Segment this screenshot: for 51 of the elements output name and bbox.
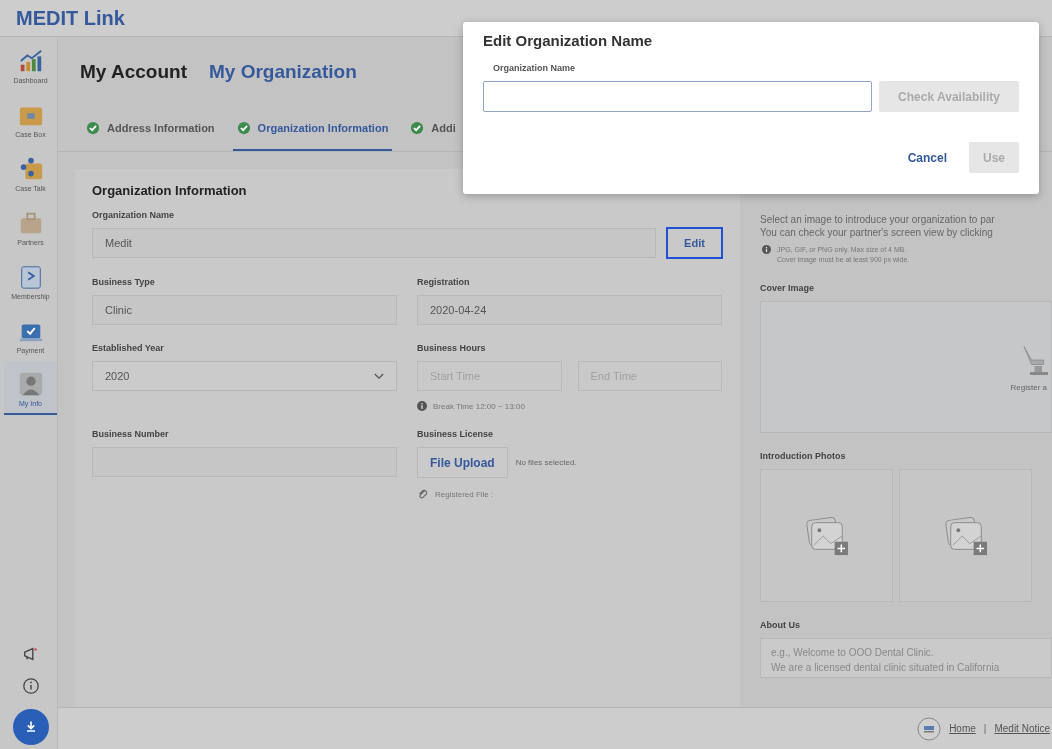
footer-link[interactable]: Home bbox=[949, 723, 976, 734]
field-label: Business License bbox=[417, 429, 495, 439]
dialog-title: Edit Organization Name bbox=[483, 32, 654, 49]
info-icon[interactable] bbox=[21, 677, 40, 695]
info-icon bbox=[417, 401, 427, 411]
file-upload-button[interactable]: File Upload bbox=[417, 447, 508, 478]
field-label: About Us bbox=[760, 620, 801, 630]
cover-image-dropzone[interactable]: Register a bbox=[760, 301, 1052, 433]
badge-icon bbox=[917, 716, 942, 741]
add-photo-icon bbox=[803, 514, 850, 557]
field-label: Registration bbox=[417, 277, 471, 287]
step-tab[interactable]: Addi bbox=[406, 107, 460, 151]
cover-image-hint: Register a bbox=[1010, 382, 1048, 392]
section-title: Organization Information bbox=[92, 183, 248, 198]
field-label: Organization Name bbox=[493, 63, 576, 73]
person-icon bbox=[17, 371, 44, 397]
page-tab[interactable]: My Account bbox=[80, 61, 187, 83]
field-label: Cover Image bbox=[760, 283, 816, 293]
step-tab[interactable]: Organization Information bbox=[232, 107, 393, 151]
footer-link[interactable]: Medit Notice bbox=[994, 723, 1050, 734]
add-photo-icon bbox=[942, 514, 989, 557]
year-dropdown[interactable]: 2020 bbox=[92, 361, 397, 391]
organization-name-field[interactable]: Medit bbox=[92, 228, 656, 258]
upload-status: No files selected. bbox=[515, 458, 577, 467]
megaphone-icon[interactable] bbox=[21, 645, 40, 663]
field-label: Business Type bbox=[92, 277, 156, 287]
edit-button[interactable]: Edit bbox=[666, 227, 723, 259]
info-icon bbox=[762, 245, 771, 254]
intro-text: You can check your partner's screen view by clicking bbox=[760, 226, 994, 239]
link-separator: | bbox=[983, 723, 987, 734]
registration-field[interactable]: 2020-04-24 bbox=[417, 295, 722, 325]
chevron-down-icon bbox=[374, 372, 384, 380]
app-logo: MEDIT Link bbox=[16, 6, 125, 30]
field-label: Organization Name bbox=[92, 210, 175, 220]
registered-file-label: Registered File : bbox=[435, 489, 494, 499]
photo-upload-slot[interactable] bbox=[899, 469, 1032, 602]
break-time-note: Break Time 12:00 ~ 13:00 bbox=[433, 401, 525, 411]
intro-text: Select an image to introduce your organization to par bbox=[760, 213, 996, 226]
business-type-field[interactable]: Clinic bbox=[92, 295, 397, 325]
chart-icon bbox=[17, 48, 44, 74]
step-tab[interactable]: Address Information bbox=[82, 107, 219, 151]
photo-upload-slot[interactable] bbox=[760, 469, 893, 602]
paperclip-icon bbox=[417, 488, 429, 500]
organization-name-input[interactable] bbox=[483, 81, 872, 112]
field-label: Introduction Photos bbox=[760, 451, 847, 461]
field-label: Established Year bbox=[92, 343, 165, 353]
field-label: Business Number bbox=[92, 429, 170, 439]
cancel-button[interactable]: Cancel bbox=[901, 149, 953, 166]
field-label: Business Hours bbox=[417, 343, 487, 353]
page-tab[interactable]: My Organization bbox=[208, 61, 357, 83]
download-button[interactable] bbox=[12, 709, 49, 745]
